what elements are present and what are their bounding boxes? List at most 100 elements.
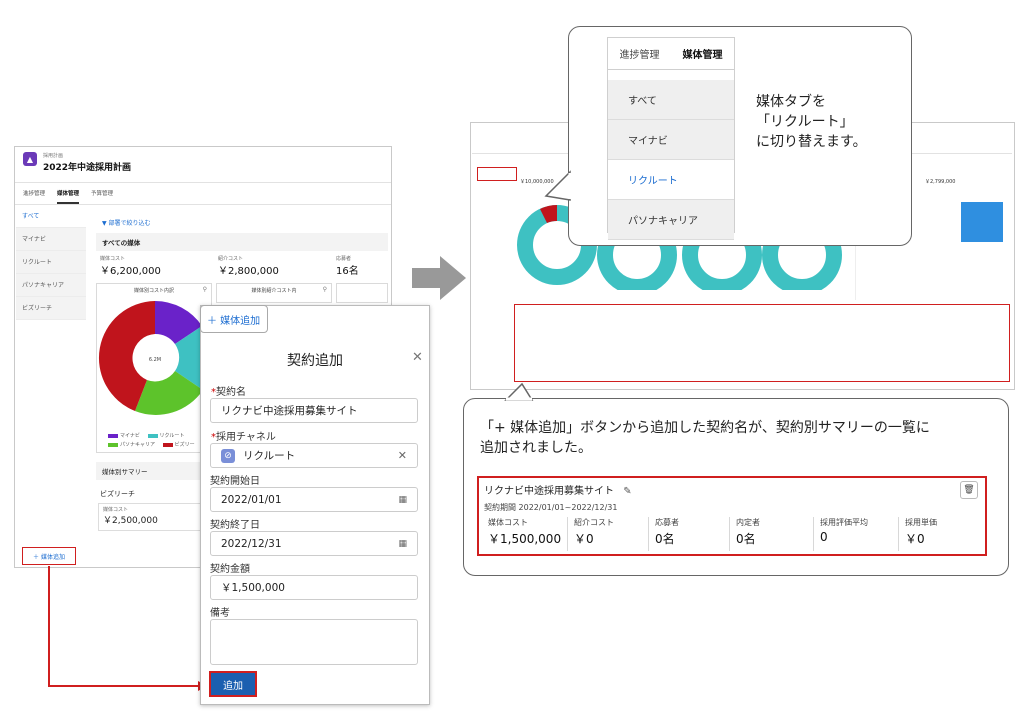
cell-value: ￥1,500,000: [488, 532, 562, 546]
metric-label: 紹介コスト: [218, 256, 244, 262]
sidebar-item-pasona[interactable]: パソナキャリア: [16, 274, 86, 297]
calendar-icon[interactable]: ▦: [398, 495, 407, 505]
callout-line: 媒体タブを: [756, 94, 826, 110]
add-media-button[interactable]: ＋ 媒体追加: [22, 547, 76, 565]
bizreach-cost-cell: 媒体コスト ￥2,500,000: [98, 503, 202, 531]
callout-tab-panel: 進捗管理 媒体管理 すべて マイナビ リクルート パソナキャリア: [607, 37, 735, 240]
filter-link-label: 部署で絞り込む: [108, 220, 151, 227]
clear-icon[interactable]: ✕: [398, 449, 407, 462]
start-date-field[interactable]: 2022/01/01 ▦: [210, 487, 418, 512]
cell-label: 紹介コスト: [574, 518, 614, 527]
channel-value: リクルート: [243, 450, 296, 462]
filter-icon: ▼: [102, 220, 107, 227]
record-icon: ▲: [23, 152, 37, 166]
legend-item: リクルート: [159, 433, 185, 439]
metric-value: ￥6,200,000: [100, 266, 161, 277]
tab-media[interactable]: 媒体管理: [671, 38, 734, 69]
callout-line: に切り替えます。: [756, 134, 867, 150]
sidebar-item-mynavi[interactable]: マイナビ: [608, 120, 734, 160]
right-recruit-highlight: [477, 167, 517, 181]
sidebar-item-all[interactable]: すべて: [608, 80, 734, 120]
start-date-value: 2022/01/01: [221, 493, 282, 506]
media-summary-heading: 媒体別サマリー: [96, 462, 200, 480]
summary-cell-referral-cost: 紹介コスト ￥0: [567, 517, 647, 551]
summary-cell-media-cost: 媒体コスト ￥1,500,000: [482, 517, 566, 551]
bizreach-name: ビズリーチ: [100, 490, 135, 498]
calendar-icon[interactable]: ▦: [398, 539, 407, 549]
end-date-field[interactable]: 2022/12/31 ▦: [210, 531, 418, 556]
cell-value: 0名: [655, 532, 675, 546]
contract-card-title: リクナビ中途採用募集サイト ✎: [484, 482, 632, 497]
legend-swatch: [108, 442, 118, 447]
edit-icon[interactable]: ✎: [623, 486, 631, 497]
summary-cell-offers: 内定者 0名: [729, 517, 809, 551]
metric-value: 16名: [336, 266, 359, 277]
tab-progress[interactable]: 進捗管理: [608, 38, 671, 69]
right-summary-highlight: [514, 304, 1010, 382]
close-icon[interactable]: ✕: [412, 350, 423, 365]
contract-name-field[interactable]: リクナビ中途採用募集サイト: [210, 398, 418, 423]
add-submit-button[interactable]: 追加: [209, 671, 257, 697]
legend-swatch: [147, 433, 158, 438]
channel-field[interactable]: ⊘ リクルート ✕: [210, 443, 418, 468]
record-tabs: 進捗管理 媒体管理 予算管理: [15, 183, 391, 205]
filter-link[interactable]: ▼ 部署で絞り込む: [102, 218, 151, 227]
record-header: ▲ 採用計画 2022年中途採用計画: [15, 147, 391, 183]
tab-media[interactable]: 媒体管理: [57, 189, 80, 204]
sidebar-item-recruit[interactable]: リクルート: [608, 160, 734, 200]
modal-add-media-tag[interactable]: ＋ 媒体追加: [200, 305, 268, 333]
cell-value: ￥0: [905, 532, 925, 546]
channel-icon: ⊘: [221, 448, 235, 463]
record-title: 2022年中途採用計画: [43, 163, 132, 173]
legend-swatch: [108, 433, 118, 438]
metric-label: 応募者: [336, 256, 352, 262]
cell-label: 採用評価平均: [820, 518, 868, 527]
sidebar-item-bizreach[interactable]: ビズリーチ: [16, 297, 86, 320]
cell-value: 0名: [736, 532, 756, 546]
contract-name-label: *契約名: [211, 387, 246, 398]
cell-label: 内定者: [736, 518, 760, 527]
cost-donut-chart: 6.2M: [98, 301, 212, 415]
tab-budget[interactable]: 予算管理: [91, 189, 113, 204]
metric-value: ￥2,500,000: [103, 516, 158, 526]
cell-label: 媒体コスト: [488, 518, 528, 527]
legend-item: パソナキャリア: [120, 442, 156, 448]
callout-switch-text: 媒体タブを 「リクルート」 に切り替えます。: [756, 92, 867, 152]
zoom-icon[interactable]: ⚲: [203, 286, 207, 293]
sidebar-item-all[interactable]: すべて: [16, 205, 86, 228]
callout-line: 「リクルート」: [756, 114, 854, 130]
callout-line: 追加されました。: [480, 440, 592, 456]
delete-icon[interactable]: 🗑: [960, 481, 978, 499]
summary-cell-eval-avg: 採用評価平均 0: [813, 517, 893, 551]
metric-value: ￥2,800,000: [218, 266, 279, 277]
amount-field[interactable]: ￥1,500,000: [210, 575, 418, 600]
metric-media-cost: 媒体コスト ￥6,200,000: [100, 255, 161, 277]
media-sidebar: すべて マイナビ リクルート パソナキャリア ビズリーチ: [16, 205, 86, 320]
card-title: 媒体別紹介コスト内: [251, 288, 297, 294]
zoom-icon[interactable]: ⚲: [323, 286, 327, 293]
callout2-pointer: [504, 382, 534, 401]
third-chart-card: [336, 283, 388, 303]
summary-cell-unit-price: 採用単価 ￥0: [898, 517, 978, 551]
all-media-heading: すべての媒体: [96, 233, 388, 251]
tab-progress[interactable]: 進捗管理: [23, 189, 45, 204]
cell-label: 応募者: [655, 518, 679, 527]
tutorial-figure: ▲ 採用計画 2022年中途採用計画 進捗管理 媒体管理 予算管理 すべて マイ…: [0, 0, 1024, 720]
callout-tab-header: 進捗管理 媒体管理: [608, 38, 734, 70]
amount-label: 契約金額: [210, 564, 250, 575]
notes-field[interactable]: [210, 619, 418, 665]
sidebar-item-mynavi[interactable]: マイナビ: [16, 228, 86, 251]
legend-item: マイナビ: [120, 433, 140, 439]
notes-label: 備考: [210, 608, 230, 619]
metric-applicants: 応募者 16名: [336, 255, 359, 277]
metric-label: 媒体コスト: [100, 256, 126, 262]
metric-referral-cost: 紹介コスト ￥2,800,000: [218, 255, 279, 277]
contract-name: リクナビ中途採用募集サイト: [484, 486, 614, 497]
cell-label: 採用単価: [905, 518, 937, 527]
cell-value: 0: [820, 530, 828, 544]
contract-period: 契約期間 2022/01/01~2022/12/31: [484, 503, 618, 512]
metric-label: 媒体コスト: [103, 507, 129, 513]
end-date-value: 2022/12/31: [221, 537, 282, 550]
sidebar-item-recruit[interactable]: リクルート: [16, 251, 86, 274]
sidebar-item-pasona[interactable]: パソナキャリア: [608, 200, 734, 240]
